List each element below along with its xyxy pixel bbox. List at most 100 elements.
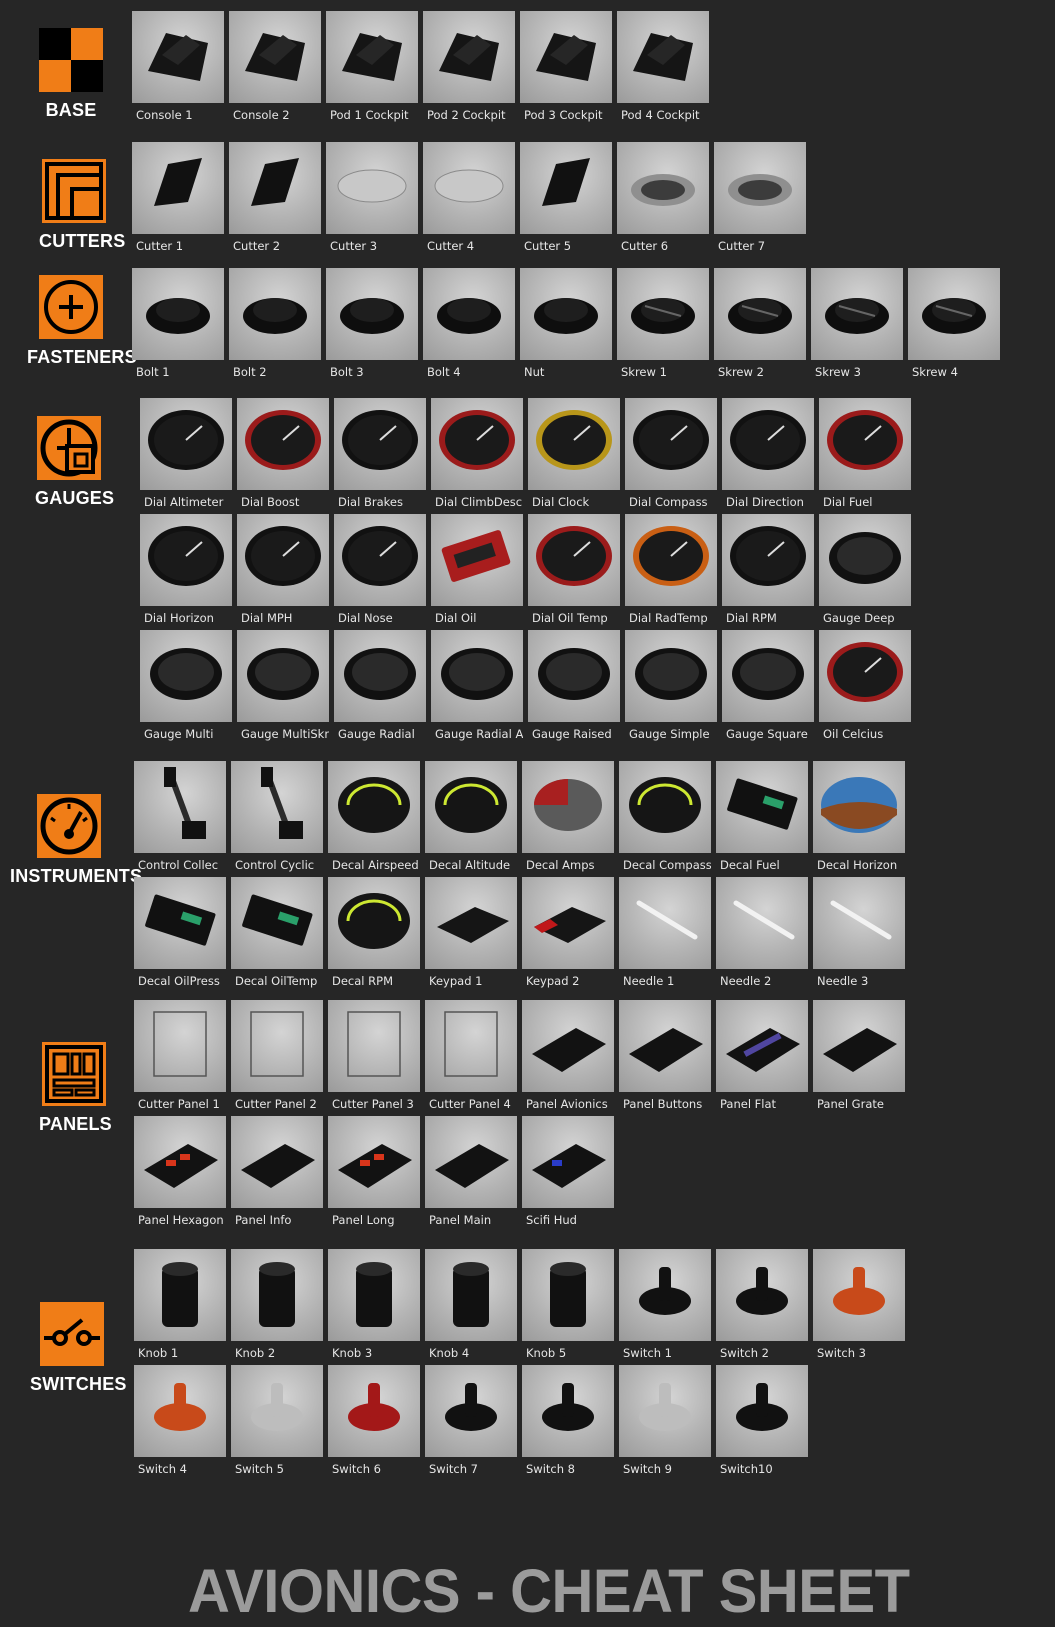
asset-thumbnail[interactable]: Cutter Panel 3 xyxy=(328,1000,420,1120)
instruments-icon xyxy=(37,794,101,858)
asset-thumbnail[interactable]: Decal Amps xyxy=(522,761,614,881)
asset-thumbnail[interactable]: Dial Brakes xyxy=(334,398,426,518)
asset-thumbnail[interactable]: Switch 7 xyxy=(425,1365,517,1485)
asset-thumbnail[interactable]: Dial MPH xyxy=(237,514,329,634)
asset-label: Skrew 4 xyxy=(912,365,958,379)
asset-thumbnail[interactable]: Gauge Deep xyxy=(819,514,911,634)
asset-thumbnail[interactable]: Panel Buttons xyxy=(619,1000,711,1120)
asset-thumbnail[interactable]: Knob 1 xyxy=(134,1249,226,1369)
asset-thumbnail[interactable]: Dial Boost xyxy=(237,398,329,518)
asset-thumbnail[interactable]: Cutter Panel 4 xyxy=(425,1000,517,1120)
asset-thumbnail[interactable]: Panel Flat xyxy=(716,1000,808,1120)
asset-thumbnail[interactable]: Gauge Raised xyxy=(528,630,620,750)
asset-thumbnail[interactable]: Switch 8 xyxy=(522,1365,614,1485)
asset-thumbnail[interactable]: Dial Oil xyxy=(431,514,523,634)
asset-thumbnail[interactable]: Panel Avionics xyxy=(522,1000,614,1120)
asset-thumbnail[interactable]: Dial Compass xyxy=(625,398,717,518)
asset-thumbnail[interactable]: Knob 4 xyxy=(425,1249,517,1369)
asset-thumbnail[interactable]: Knob 5 xyxy=(522,1249,614,1369)
asset-thumbnail[interactable]: Needle 3 xyxy=(813,877,905,997)
asset-thumbnail[interactable]: Decal OilTemp xyxy=(231,877,323,997)
asset-thumbnail[interactable]: Cutter 7 xyxy=(714,142,806,262)
asset-thumbnail[interactable]: Switch 6 xyxy=(328,1365,420,1485)
asset-label: Decal OilTemp xyxy=(235,974,318,988)
asset-thumbnail[interactable]: Dial Direction xyxy=(722,398,814,518)
asset-thumbnail[interactable]: Decal Altitude xyxy=(425,761,517,881)
asset-thumbnail[interactable]: Oil Celcius xyxy=(819,630,911,750)
asset-thumbnail[interactable]: Cutter 1 xyxy=(132,142,224,262)
asset-thumbnail[interactable]: Skrew 1 xyxy=(617,268,709,388)
asset-thumbnail[interactable]: Bolt 4 xyxy=(423,268,515,388)
asset-thumbnail[interactable]: Cutter Panel 2 xyxy=(231,1000,323,1120)
asset-thumbnail[interactable]: Switch 2 xyxy=(716,1249,808,1369)
asset-thumbnail[interactable]: Pod 4 Cockpit xyxy=(617,11,709,131)
asset-thumbnail[interactable]: Gauge Multi xyxy=(140,630,232,750)
asset-thumbnail[interactable]: Dial Oil Temp xyxy=(528,514,620,634)
asset-thumbnail[interactable]: Switch 4 xyxy=(134,1365,226,1485)
asset-thumbnail[interactable]: Dial ClimbDesc xyxy=(431,398,523,518)
asset-thumbnail[interactable]: Cutter 6 xyxy=(617,142,709,262)
asset-thumbnail[interactable]: Skrew 4 xyxy=(908,268,1000,388)
asset-thumbnail[interactable]: Knob 2 xyxy=(231,1249,323,1369)
asset-thumbnail[interactable]: Scifi Hud xyxy=(522,1116,614,1236)
asset-thumbnail[interactable]: Skrew 3 xyxy=(811,268,903,388)
asset-thumbnail[interactable]: Panel Hexagon xyxy=(134,1116,226,1236)
asset-thumbnail[interactable]: Console 1 xyxy=(132,11,224,131)
asset-thumbnail[interactable]: Gauge Radial A xyxy=(431,630,523,750)
asset-thumbnail[interactable]: Switch10 xyxy=(716,1365,808,1485)
asset-thumbnail[interactable]: Cutter Panel 1 xyxy=(134,1000,226,1120)
asset-thumbnail[interactable]: Nut xyxy=(520,268,612,388)
asset-thumbnail[interactable]: Cutter 4 xyxy=(423,142,515,262)
asset-thumbnail[interactable]: Control Collec xyxy=(134,761,226,881)
asset-thumbnail[interactable]: Gauge Square xyxy=(722,630,814,750)
asset-thumbnail[interactable]: Dial Nose xyxy=(334,514,426,634)
asset-thumbnail[interactable]: Decal RPM xyxy=(328,877,420,997)
asset-thumbnail[interactable]: Decal OilPress xyxy=(134,877,226,997)
asset-preview-image xyxy=(229,268,321,360)
asset-thumbnail[interactable]: Bolt 2 xyxy=(229,268,321,388)
asset-thumbnail[interactable]: Control Cyclic xyxy=(231,761,323,881)
asset-thumbnail[interactable]: Switch 9 xyxy=(619,1365,711,1485)
asset-thumbnail[interactable]: Keypad 2 xyxy=(522,877,614,997)
asset-render xyxy=(625,881,705,965)
asset-thumbnail[interactable]: Switch 5 xyxy=(231,1365,323,1485)
asset-thumbnail[interactable]: Decal Fuel xyxy=(716,761,808,881)
asset-thumbnail[interactable]: Cutter 2 xyxy=(229,142,321,262)
asset-thumbnail[interactable]: Dial RadTemp xyxy=(625,514,717,634)
asset-thumbnail[interactable]: Dial RPM xyxy=(722,514,814,634)
asset-thumbnail[interactable]: Pod 2 Cockpit xyxy=(423,11,515,131)
asset-thumbnail[interactable]: Dial Fuel xyxy=(819,398,911,518)
asset-thumbnail[interactable]: Switch 1 xyxy=(619,1249,711,1369)
asset-thumbnail[interactable]: Gauge MultiSkr xyxy=(237,630,329,750)
asset-thumbnail[interactable]: Knob 3 xyxy=(328,1249,420,1369)
asset-thumbnail[interactable]: Panel Info xyxy=(231,1116,323,1236)
asset-thumbnail[interactable]: Bolt 3 xyxy=(326,268,418,388)
asset-label: Dial Fuel xyxy=(823,495,873,509)
asset-render xyxy=(534,634,614,718)
asset-thumbnail[interactable]: Decal Airspeed xyxy=(328,761,420,881)
asset-thumbnail[interactable]: Console 2 xyxy=(229,11,321,131)
asset-thumbnail[interactable]: Needle 2 xyxy=(716,877,808,997)
asset-thumbnail[interactable]: Decal Compass xyxy=(619,761,711,881)
asset-thumbnail[interactable]: Pod 3 Cockpit xyxy=(520,11,612,131)
asset-render xyxy=(235,15,315,99)
asset-thumbnail[interactable]: Dial Horizon xyxy=(140,514,232,634)
asset-thumbnail[interactable]: Switch 3 xyxy=(813,1249,905,1369)
asset-thumbnail[interactable]: Panel Main xyxy=(425,1116,517,1236)
asset-thumbnail[interactable]: Dial Clock xyxy=(528,398,620,518)
asset-thumbnail[interactable]: Dial Altimeter xyxy=(140,398,232,518)
asset-thumbnail[interactable]: Panel Long xyxy=(328,1116,420,1236)
asset-label: Decal Airspeed xyxy=(332,858,419,872)
asset-thumbnail[interactable]: Skrew 2 xyxy=(714,268,806,388)
asset-thumbnail[interactable]: Pod 1 Cockpit xyxy=(326,11,418,131)
asset-thumbnail[interactable]: Gauge Radial xyxy=(334,630,426,750)
asset-thumbnail[interactable]: Cutter 5 xyxy=(520,142,612,262)
asset-thumbnail[interactable]: Panel Grate xyxy=(813,1000,905,1120)
asset-label: Dial ClimbDesc xyxy=(435,495,523,509)
asset-thumbnail[interactable]: Keypad 1 xyxy=(425,877,517,997)
asset-thumbnail[interactable]: Cutter 3 xyxy=(326,142,418,262)
asset-thumbnail[interactable]: Decal Horizon xyxy=(813,761,905,881)
asset-thumbnail[interactable]: Gauge Simple xyxy=(625,630,717,750)
asset-thumbnail[interactable]: Needle 1 xyxy=(619,877,711,997)
asset-thumbnail[interactable]: Bolt 1 xyxy=(132,268,224,388)
